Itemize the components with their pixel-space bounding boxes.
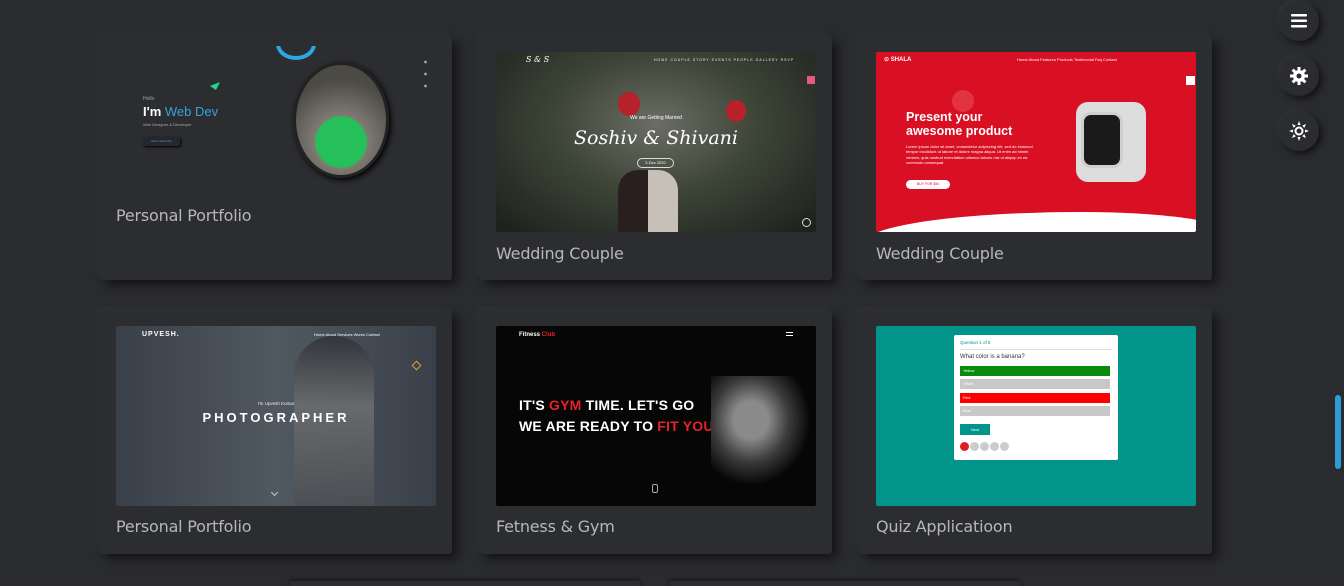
photographer-thumbnail[interactable]: UPVESH. Home About Services Works Contac…	[116, 326, 436, 506]
option: White	[960, 379, 1110, 389]
thumb-brand: ⊙ SHALA	[884, 57, 912, 63]
settings-button[interactable]	[1279, 56, 1319, 96]
decorative-arc	[276, 46, 316, 60]
avatar	[293, 62, 389, 178]
hamburger-icon	[786, 332, 793, 336]
project-card-photographer[interactable]: UPVESH. Home About Services Works Contac…	[100, 310, 452, 554]
hamburger-icon	[1291, 14, 1307, 28]
thumb-couple-names: Soshiv & Shivani	[574, 127, 738, 149]
thumb-brand: Fitness Club	[519, 332, 555, 338]
scroll-down-icon	[270, 488, 279, 497]
thumb-nav: HOME COUPLE STORY EVENTS PEOPLE GALLERY …	[654, 58, 795, 62]
thumb-role: Web Dev	[164, 104, 219, 119]
thumb-heading: PHOTOGRAPHER	[202, 410, 350, 425]
pink-corner-icon	[807, 76, 815, 84]
mouse-icon	[652, 484, 658, 493]
progress-dot	[1000, 442, 1009, 451]
thumb-intro: I'm Web Dev	[143, 104, 218, 119]
thumb-line1-b: GYM	[549, 397, 582, 413]
thumb-heading-line1: Present your	[906, 110, 983, 124]
couple-figure	[618, 170, 678, 232]
thumb-line2-a: WE ARE READY TO	[519, 418, 658, 434]
project-card-wedding-couple[interactable]: S & S HOME COUPLE STORY EVENTS PEOPLE GA…	[480, 36, 832, 280]
thumb-im: I'm	[143, 104, 165, 119]
heart-balloon	[618, 92, 640, 116]
thumb-date: 3 Dec 2020	[637, 158, 674, 168]
thumb-about-button: More About Me	[143, 137, 180, 146]
thumb-brand-accent: Club	[541, 332, 556, 338]
divider	[960, 349, 1112, 350]
question-number: Question 1 of 5	[960, 340, 991, 345]
music-icon	[802, 218, 811, 227]
quiz-thumbnail[interactable]: Question 1 of 5 What color is a banana? …	[876, 326, 1196, 506]
shala-thumbnail[interactable]: ⊙ SHALA Home About Features Products Tes…	[876, 52, 1196, 232]
progress-dot	[980, 442, 989, 451]
thumb-heading-line2: awesome product	[906, 124, 1013, 138]
thumb-getting-married: We are Getting Married	[630, 115, 682, 121]
settings-corner-icon	[1186, 76, 1195, 85]
card-title: Wedding Couple	[496, 244, 624, 263]
decorative-circle	[952, 90, 974, 112]
thumb-heading: Present your awesome product	[906, 110, 1012, 138]
scrollbar-thumb[interactable]	[1335, 395, 1341, 469]
thumb-subtitle: Web Designer & Developer	[143, 122, 192, 127]
thumb-paragraph: Lorem ipsum dolor sit amet, consectetur …	[906, 144, 1033, 166]
thumb-line1-c: TIME. LET'S GO	[581, 397, 695, 413]
wave-shape	[876, 212, 1196, 232]
card-title: Personal Portfolio	[116, 206, 252, 225]
thumb-logo: S & S	[526, 55, 550, 64]
wedding-thumbnail[interactable]: S & S HOME COUPLE STORY EVENTS PEOPLE GA…	[496, 52, 816, 232]
project-card-gym[interactable]: Fitness Club IT'S GYM TIME. LET'S GO WE …	[480, 310, 832, 554]
card-title: Wedding Couple	[876, 244, 1004, 263]
project-card-shala[interactable]: ⊙ SHALA Home About Features Products Tes…	[860, 36, 1212, 280]
thumb-line2: WE ARE READY TO FIT YOU	[519, 418, 714, 434]
gym-thumbnail[interactable]: Fitness Club IT'S GYM TIME. LET'S GO WE …	[496, 326, 816, 506]
thumb-brand-main: Fitness	[519, 332, 542, 338]
option: Red	[960, 393, 1110, 403]
thumb-line2-b: FIT YOU	[657, 418, 714, 434]
option: Blue	[960, 406, 1110, 416]
thumb-buy-button: BUY FOR $50	[906, 180, 950, 189]
thumb-nav: Home About Services Works Contact	[314, 332, 380, 337]
progress-dot	[990, 442, 999, 451]
sun-icon	[1289, 121, 1309, 141]
watch-face	[1081, 112, 1123, 168]
card-title: Personal Portfolio	[116, 517, 252, 536]
project-card-personal-portfolio[interactable]: Hello I'm Web Dev Web Designer & Develop…	[100, 36, 452, 280]
decorative-dots	[424, 56, 427, 96]
quiz-box: Question 1 of 5 What color is a banana? …	[954, 335, 1118, 460]
option: Yellow	[960, 366, 1110, 376]
athlete-image	[711, 376, 811, 486]
thumb-hello: Hello	[143, 96, 155, 102]
thumb-line1: IT'S GYM TIME. LET'S GO	[519, 397, 694, 413]
diamond-icon	[411, 360, 422, 371]
thumb-brand: UPVESH.	[142, 331, 180, 338]
question-text: What color is a banana?	[960, 354, 1025, 360]
next-row-card-top	[290, 581, 640, 586]
next-row-card-top	[670, 581, 1020, 586]
card-title: Fetness & Gym	[496, 517, 615, 536]
menu-button[interactable]	[1279, 1, 1319, 41]
paper-plane-icon	[210, 82, 220, 90]
thumb-nav: Home About Features Products Testimonial…	[1017, 57, 1117, 62]
project-card-quiz[interactable]: Question 1 of 5 What color is a banana? …	[860, 310, 1212, 554]
thumb-intro: I'm Upvesh Kumar	[257, 401, 295, 406]
next-button: Next	[960, 424, 990, 435]
progress-dot-wrong	[960, 442, 969, 451]
thumb-line1-a: IT'S	[519, 397, 549, 413]
gear-icon	[1290, 67, 1308, 85]
progress-dot	[970, 442, 979, 451]
card-title: Quiz Applicatioon	[876, 517, 1013, 536]
theme-toggle-button[interactable]	[1279, 111, 1319, 151]
portfolio-thumbnail[interactable]: Hello I'm Web Dev Web Designer & Develop…	[116, 46, 436, 196]
